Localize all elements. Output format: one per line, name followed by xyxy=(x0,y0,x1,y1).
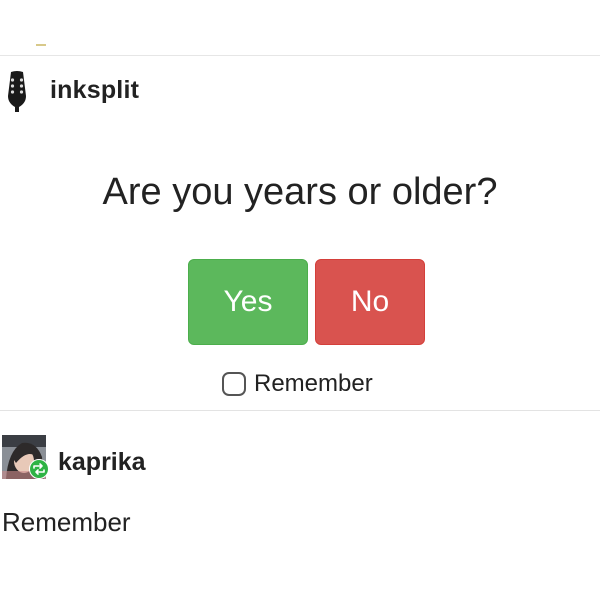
guitar-headstock-icon xyxy=(8,71,26,112)
reblog-icon xyxy=(29,459,49,479)
remember-option[interactable]: Remember xyxy=(222,370,373,398)
remember-checkbox[interactable] xyxy=(222,372,246,396)
post-divider xyxy=(0,410,600,411)
reblog-author-username[interactable]: kaprika xyxy=(58,448,146,477)
top-divider xyxy=(0,55,600,56)
reblog-text: Remember xyxy=(2,507,131,537)
yes-button[interactable]: Yes xyxy=(188,259,308,345)
post-author-username[interactable]: inksplit xyxy=(50,76,139,105)
age-question: Are you years or older? xyxy=(102,171,498,213)
top-edge-mark xyxy=(36,44,46,46)
no-button[interactable]: No xyxy=(315,259,425,345)
remember-label: Remember xyxy=(254,370,373,397)
kaprika-avatar[interactable] xyxy=(2,433,52,481)
inksplit-avatar-icon[interactable] xyxy=(2,70,32,112)
